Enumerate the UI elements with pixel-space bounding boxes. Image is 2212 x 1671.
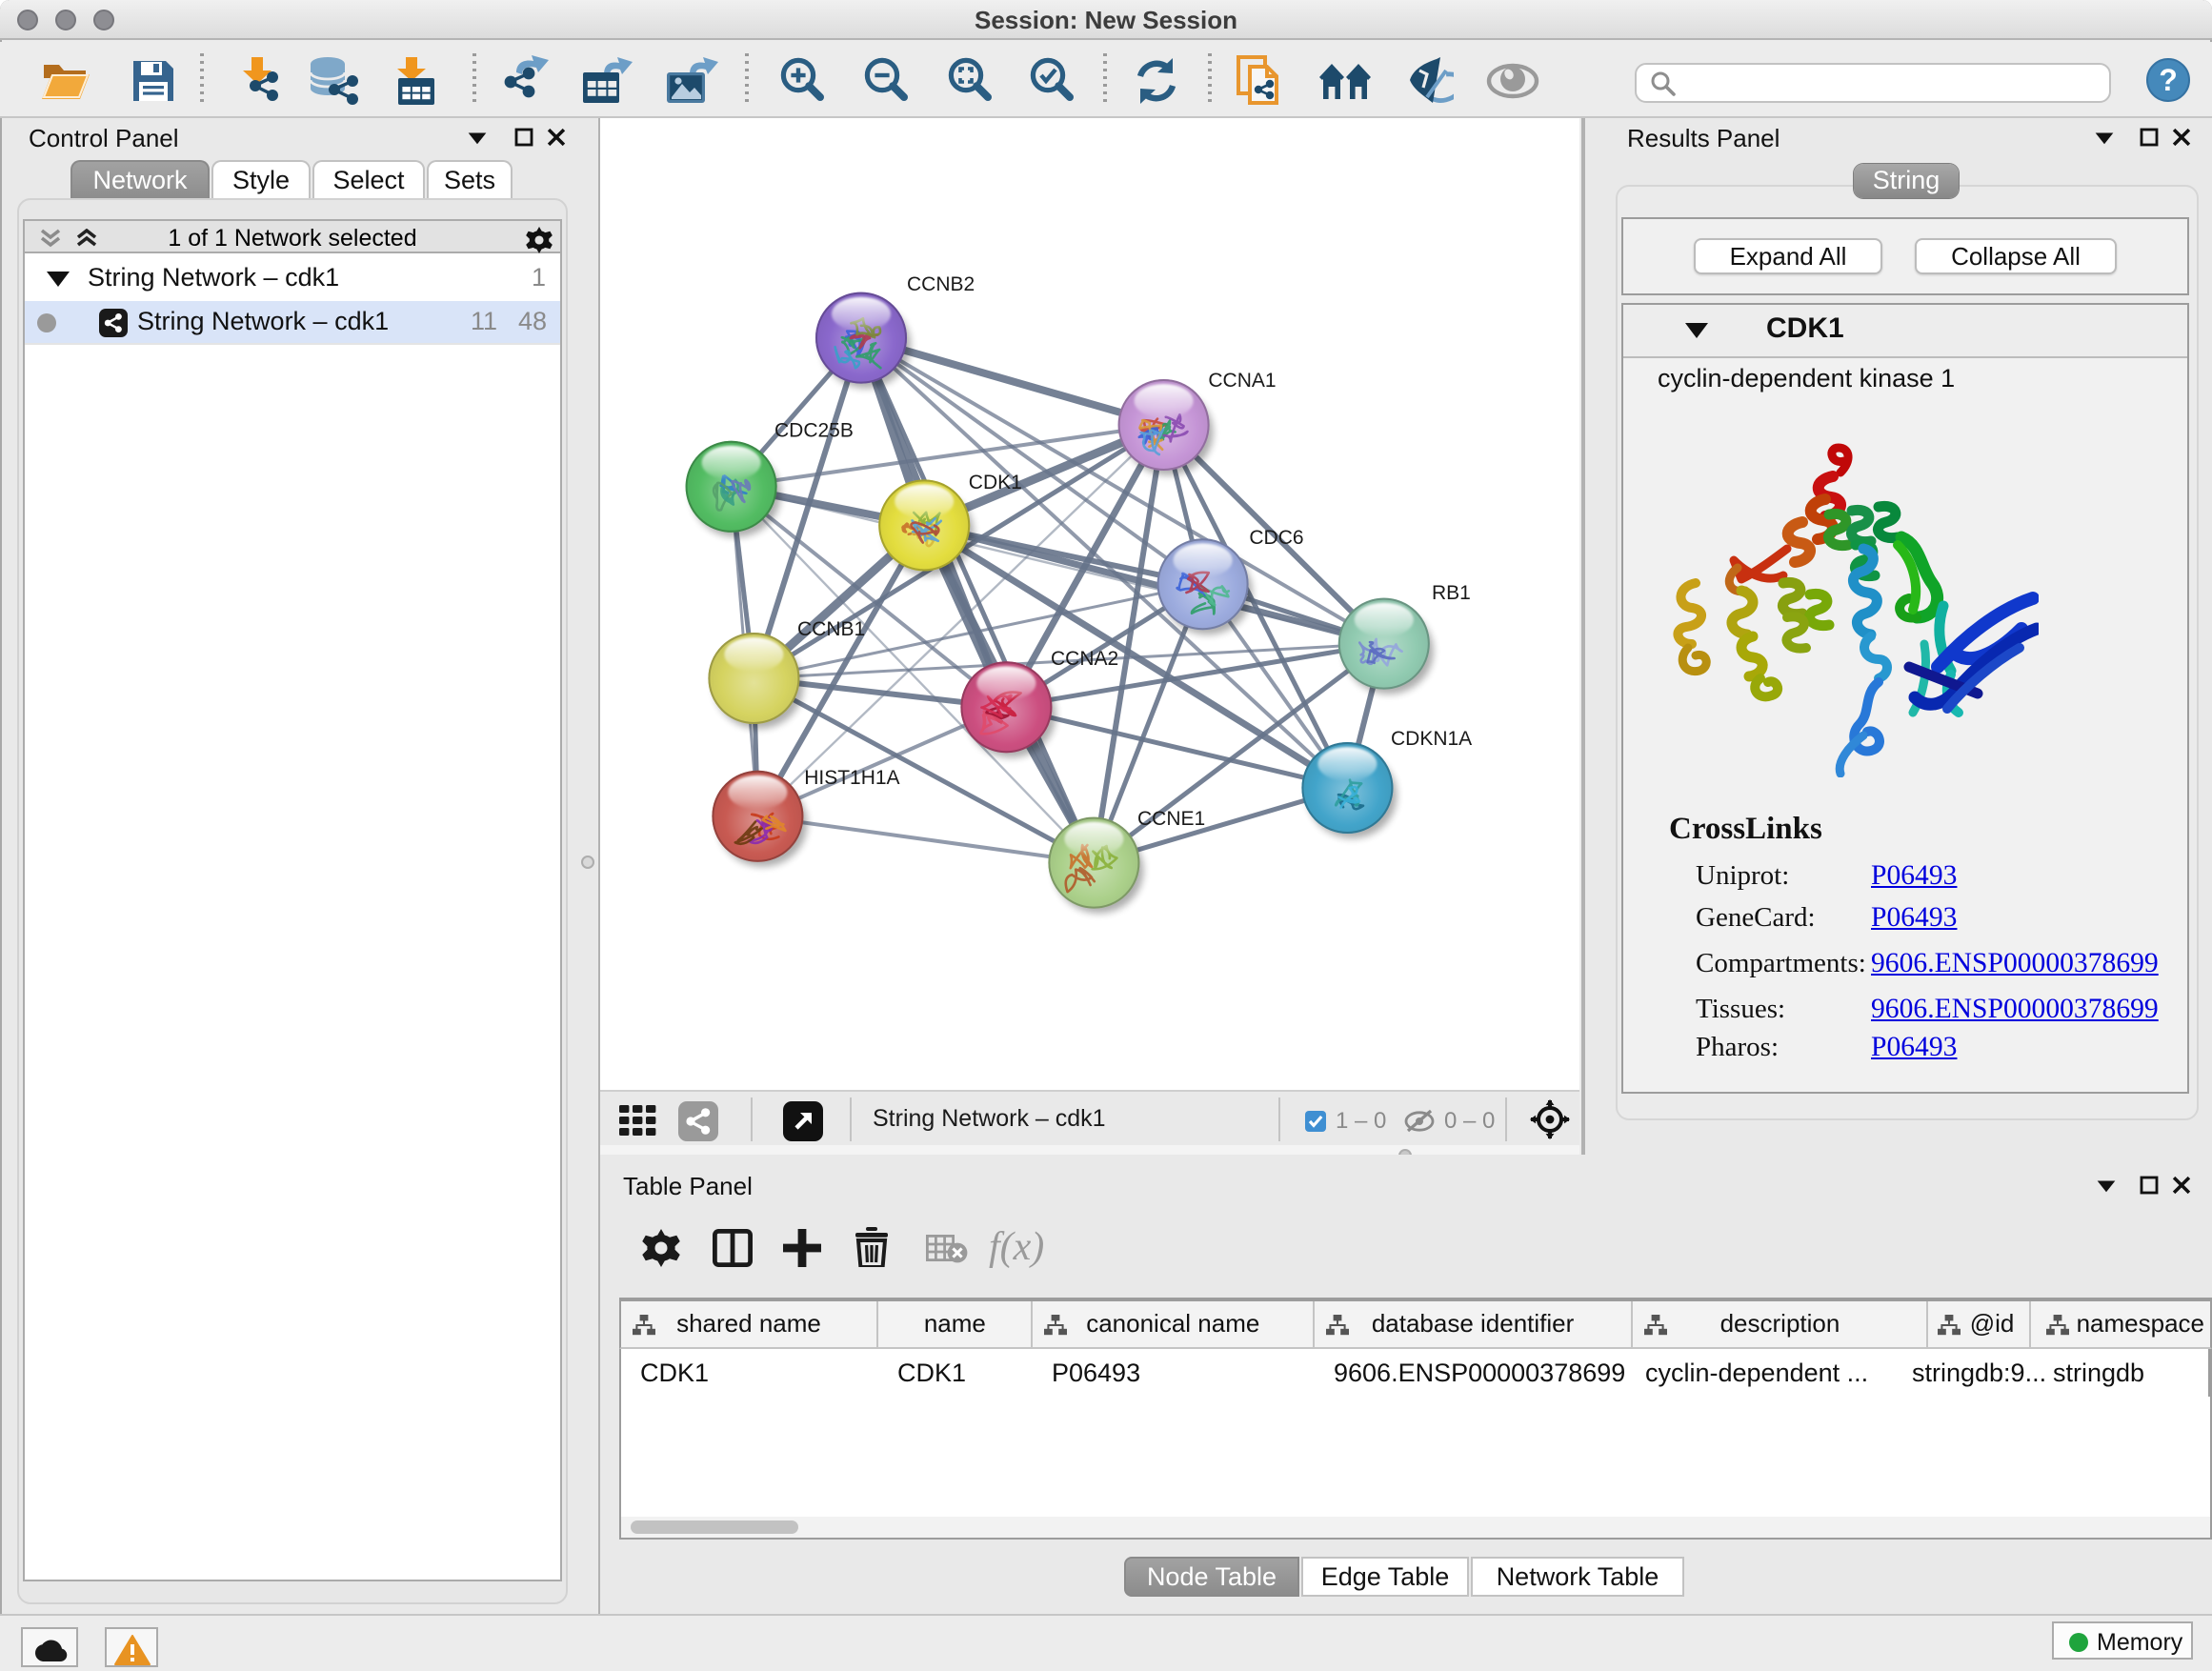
svg-text:CCNB1: CCNB1 [797, 618, 865, 640]
svg-text:RB1: RB1 [1432, 582, 1471, 604]
svg-text:CDKN1A: CDKN1A [1391, 728, 1472, 750]
svg-text:CCNA1: CCNA1 [1208, 370, 1276, 392]
svg-text:CCNA2: CCNA2 [1051, 648, 1118, 670]
svg-text:CDK1: CDK1 [969, 472, 1022, 493]
svg-text:HIST1H1A: HIST1H1A [804, 767, 899, 789]
svg-text:CCNE1: CCNE1 [1137, 808, 1205, 830]
svg-text:CCNB2: CCNB2 [907, 273, 975, 295]
svg-text:CDC25B: CDC25B [774, 420, 854, 442]
svg-text:?: ? [2159, 63, 2178, 97]
svg-text:CDC6: CDC6 [1249, 527, 1303, 549]
